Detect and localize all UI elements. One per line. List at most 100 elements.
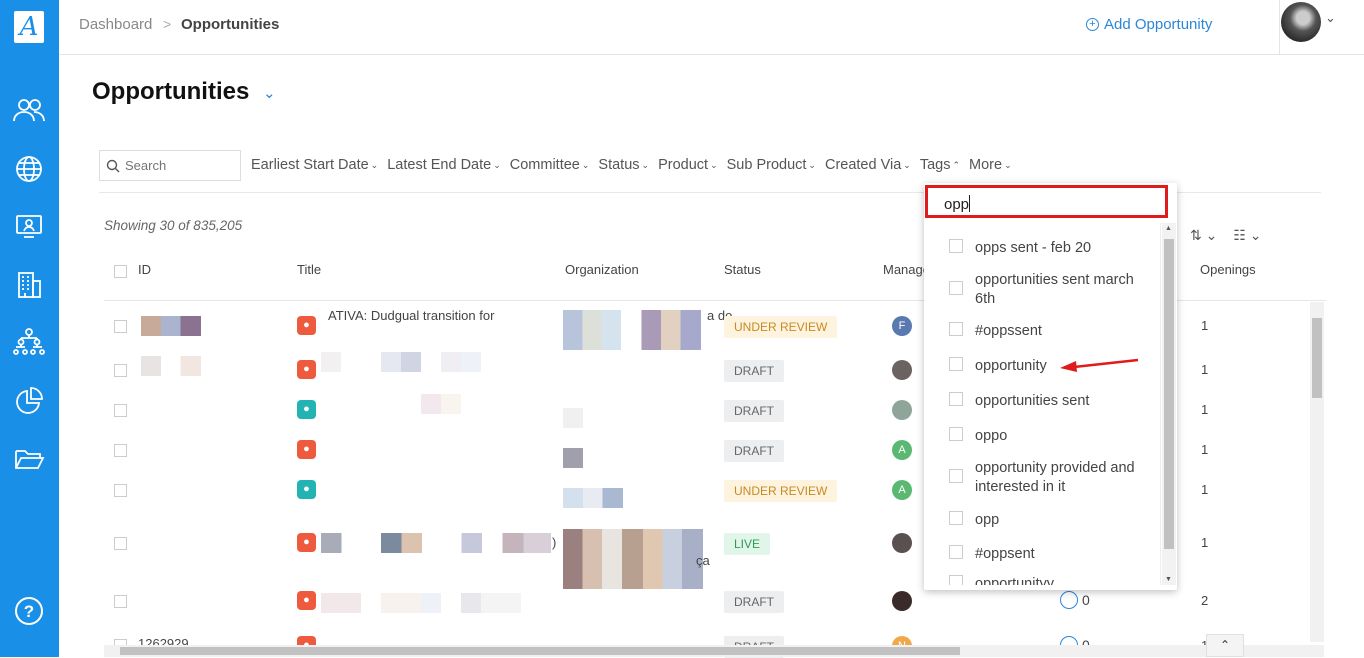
organization-fragment: ça	[696, 553, 710, 568]
manager-avatar[interactable]	[892, 533, 912, 553]
tag-option[interactable]: opportunities sent march 6th	[927, 271, 1157, 309]
filter-status[interactable]: Status ⌄	[598, 157, 649, 173]
scroll-up-arrow-icon[interactable]: ▲	[1165, 225, 1172, 232]
column-manager[interactable]: Manage	[883, 262, 930, 277]
column-status[interactable]: Status	[724, 262, 761, 277]
folder-icon[interactable]	[10, 442, 48, 476]
tag-option[interactable]: #oppssent	[927, 322, 1157, 341]
tag-option[interactable]: #oppsent	[927, 545, 1157, 564]
search-box[interactable]	[99, 150, 241, 181]
building-icon[interactable]	[10, 268, 48, 302]
title-dropdown-chevron-icon[interactable]: ⌄	[263, 84, 276, 102]
scrollbar-thumb[interactable]	[120, 647, 960, 655]
filter-product[interactable]: Product ⌄	[658, 157, 718, 173]
filter-more[interactable]: More ⌄	[969, 157, 1012, 173]
tag-checkbox[interactable]	[949, 239, 963, 253]
row-checkbox[interactable]	[114, 404, 127, 417]
table-horizontal-scrollbar[interactable]	[104, 645, 1324, 657]
manager-avatar[interactable]	[892, 591, 912, 611]
filter-committee[interactable]: Committee ⌄	[510, 157, 590, 173]
breadcrumb-dashboard[interactable]: Dashboard	[79, 16, 152, 33]
redacted-organization	[563, 488, 623, 508]
applicants-count[interactable]: 0	[1060, 591, 1090, 609]
manager-avatar[interactable]: A	[892, 480, 912, 500]
tag-checkbox[interactable]	[949, 545, 963, 559]
monitor-icon[interactable]	[10, 209, 48, 243]
column-openings[interactable]: Openings	[1200, 262, 1256, 277]
tag-checkbox[interactable]	[949, 392, 963, 406]
status-badge: LIVE	[724, 533, 771, 555]
opportunity-type-icon: ●	[297, 440, 316, 459]
scrollbar-thumb[interactable]	[1312, 318, 1322, 398]
tag-option[interactable]: opportunity provided and interested in i…	[927, 459, 1157, 497]
tag-checkbox[interactable]	[949, 575, 963, 585]
tag-option[interactable]: opp	[927, 511, 1157, 530]
openings-count: 1	[1201, 362, 1209, 377]
filter-created-via[interactable]: Created Via ⌄	[825, 157, 911, 173]
manager-avatar[interactable]: F	[892, 316, 912, 336]
pie-chart-icon[interactable]	[10, 384, 48, 418]
column-title[interactable]: Title	[297, 262, 321, 277]
redacted-organization	[563, 529, 703, 589]
columns-icon[interactable]: ☷ ⌄	[1233, 227, 1261, 244]
user-circle-icon	[1060, 591, 1078, 609]
org-chart-icon[interactable]	[10, 325, 48, 359]
row-checkbox[interactable]	[114, 364, 127, 377]
globe-icon[interactable]	[10, 152, 48, 186]
tag-option[interactable]: opps sent - feb 20	[927, 239, 1157, 258]
title-fragment[interactable]: )	[552, 535, 556, 550]
tag-option[interactable]: oppo	[927, 427, 1157, 446]
redacted-organization	[563, 448, 583, 468]
people-icon[interactable]	[10, 93, 48, 127]
manager-avatar[interactable]	[892, 360, 912, 380]
opportunity-type-icon: ●	[297, 360, 316, 379]
scrollbar-thumb[interactable]	[1164, 239, 1174, 549]
opportunity-type-icon: ●	[297, 400, 316, 419]
tag-checkbox[interactable]	[949, 427, 963, 441]
add-opportunity-button[interactable]: + Add Opportunity	[1086, 16, 1212, 33]
title-fragment[interactable]: ATIVA: Dudgual transition for	[328, 308, 494, 323]
tag-checkbox[interactable]	[949, 469, 963, 483]
chevron-down-icon[interactable]: ⌄	[1325, 10, 1336, 26]
user-avatar[interactable]	[1281, 2, 1321, 42]
manager-avatar[interactable]	[892, 400, 912, 420]
tag-option[interactable]: opportunityy	[927, 575, 1157, 585]
row-checkbox[interactable]	[114, 444, 127, 457]
status-badge: DRAFT	[724, 400, 784, 422]
status-badge: UNDER REVIEW	[724, 316, 838, 338]
filter-latest-end-date[interactable]: Latest End Date ⌄	[387, 157, 501, 173]
scroll-down-arrow-icon[interactable]: ▼	[1165, 576, 1172, 583]
tag-checkbox[interactable]	[949, 357, 963, 371]
redacted-title	[321, 593, 521, 613]
tag-checkbox[interactable]	[949, 322, 963, 336]
help-icon[interactable]: ?	[10, 594, 48, 628]
column-id[interactable]: ID	[138, 262, 151, 277]
page-title: Opportunities	[92, 78, 250, 105]
openings-count: 1	[1201, 318, 1209, 333]
scroll-to-top-button[interactable]: ⌃	[1206, 634, 1244, 657]
tag-search-value[interactable]: opp	[944, 196, 969, 213]
column-organization[interactable]: Organization	[565, 262, 639, 277]
tag-checkbox[interactable]	[949, 281, 963, 295]
search-input[interactable]	[125, 158, 235, 173]
manager-avatar[interactable]: A	[892, 440, 912, 460]
filter-sub-product[interactable]: Sub Product ⌄	[727, 157, 816, 173]
filter-earliest-start-date[interactable]: Earliest Start Date ⌄	[251, 157, 378, 173]
sort-icon[interactable]: ⇅ ⌄	[1190, 227, 1217, 244]
row-checkbox[interactable]	[114, 595, 127, 608]
filter-tags[interactable]: Tags ⌃	[920, 157, 960, 173]
row-checkbox[interactable]	[114, 537, 127, 550]
sidebar: A ?	[0, 0, 59, 657]
app-logo[interactable]: A	[14, 11, 44, 43]
row-checkbox[interactable]	[114, 320, 127, 333]
tag-checkbox[interactable]	[949, 511, 963, 525]
tag-options-scrollbar[interactable]: ▲ ▼	[1162, 223, 1176, 585]
table-vertical-scrollbar[interactable]	[1310, 302, 1324, 642]
status-badge: DRAFT	[724, 440, 784, 462]
tag-option[interactable]: opportunities sent	[927, 392, 1157, 411]
row-checkbox[interactable]	[114, 484, 127, 497]
select-all-checkbox[interactable]	[114, 265, 127, 278]
divider	[1279, 0, 1280, 54]
tag-search-input[interactable]: opp	[925, 185, 1168, 218]
filter-bar: Earliest Start Date ⌄ Latest End Date ⌄ Co…	[251, 157, 1012, 173]
